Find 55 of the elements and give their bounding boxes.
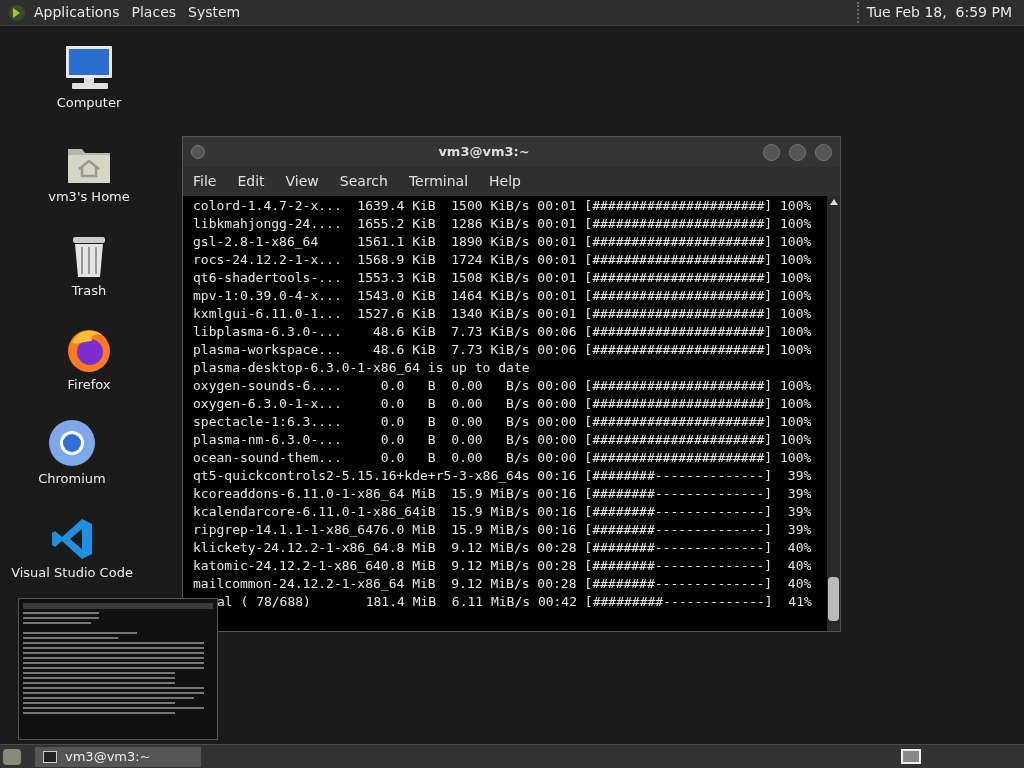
terminal-line: plasma-workspace... 48.6 KiB 7.73 KiB/s 00:06 [######################] 100% <box>193 341 812 359</box>
desktop-icon-label[interactable]: vm3's Home <box>48 186 130 206</box>
code-editor-icon <box>50 516 94 561</box>
minimize-button[interactable] <box>763 143 780 161</box>
desktop-icon-label[interactable]: Chromium <box>38 468 106 488</box>
workspace-switcher[interactable] <box>901 749 921 764</box>
scroll-up-icon[interactable] <box>829 199 838 205</box>
panel-menu[interactable]: System <box>188 2 241 23</box>
terminal-line: al ( 78/688) 181.4 MiB 6.11 MiB/s 00:42 [#########-------------] 41% <box>217 593 812 611</box>
terminal-line: libkmahjongg-24.... 1655.2 KiB 1286 KiB/s 00:01 [######################] 100% <box>193 215 812 233</box>
window-menu-icon[interactable] <box>191 145 205 159</box>
menu-item[interactable]: Edit <box>237 171 265 192</box>
desktop-icon-label[interactable]: Visual Studio Code <box>11 562 133 582</box>
terminal-line: mailcommon-24.12.2-1-x86_64 MiB 9.12 MiB/s 00:28 [########--------------] 40% <box>193 575 812 593</box>
terminal-line: ripgrep-14.1.1-1-x86_6476.0 MiB 15.9 MiB/s 00:16 [########--------------] 39% <box>193 521 812 539</box>
terminal-line: oxygen-sounds-6.... 0.0 B 0.00 B/s 00:00 [######################] 100% <box>193 377 812 395</box>
chromium-icon <box>48 418 96 467</box>
menu-item[interactable]: Terminal <box>408 171 469 192</box>
close-button[interactable] <box>815 143 832 161</box>
computer-monitor-icon <box>64 44 114 91</box>
terminal-icon <box>43 750 57 763</box>
terminal-line: spectacle-1:6.3.... 0.0 B 0.00 B/s 00:00 [######################] 100% <box>193 413 812 431</box>
terminal-line: oxygen-6.3.0-1-x... 0.0 B 0.00 B/s 00:00 [######################] 100% <box>193 395 812 413</box>
terminal-line: katomic-24.12.2-1-x86_640.8 MiB 9.12 MiB/s 00:28 [########--------------] 40% <box>193 557 812 575</box>
menu-item[interactable]: File <box>193 171 217 192</box>
terminal-line: qt5-quickcontrols2-5.15.16+kde+r5-3-x86_64s 00:16 [########--------------] 39% <box>193 467 812 485</box>
terminal-line: kxmlgui-6.11.0-1... 1527.6 KiB 1340 KiB/s 00:01 [######################] 100% <box>193 305 812 323</box>
trash-can-icon <box>71 234 107 279</box>
desktop-icon-label[interactable]: Computer <box>56 92 122 112</box>
terminal-line: kcoreaddons-6.11.0-1-x86_64 MiB 15.9 MiB/s 00:16 [########--------------] 39% <box>193 485 812 503</box>
desktop-icon-label[interactable]: Firefox <box>67 374 111 394</box>
terminal-line: gsl-2.8-1-x86_64 1561.1 KiB 1890 KiB/s 00:01 [######################] 100% <box>193 233 812 251</box>
terminal-line: kcalendarcore-6.11.0-1-x86_64iB 15.9 MiB/s 00:16 [########--------------] 39% <box>193 503 812 521</box>
terminal-line: klickety-24.12.2-1-x86_64.8 MiB 9.12 MiB/s 00:28 [########--------------] 40% <box>193 539 812 557</box>
terminal-line: qt6-shadertools-... 1553.3 KiB 1508 KiB/s 00:01 [######################] 100% <box>193 269 812 287</box>
terminal-line: colord-1.4.7-2-x... 1639.4 KiB 1500 KiB/s 00:01 [######################] 100% <box>193 197 812 215</box>
terminal-line: plasma-nm-6.3.0-... 0.0 B 0.00 B/s 00:00 [######################] 100% <box>193 431 812 449</box>
terminal-line: plasma-desktop-6.3.0-1-x86_64 is up to date <box>193 359 530 377</box>
terminal-line: mpv-1:0.39.0-4-x... 1543.0 KiB 1464 KiB/s 00:01 [######################] 100% <box>193 287 812 305</box>
menu-item[interactable]: View <box>285 171 319 192</box>
taskbar-button[interactable]: vm3@vm3:~ <box>35 746 201 767</box>
menu-item[interactable]: Search <box>339 171 388 192</box>
clock[interactable]: Tue Feb 18, 6:59 PM <box>856 2 1012 23</box>
show-desktop-icon[interactable] <box>3 748 21 765</box>
terminal-line: ocean-sound-them... 0.0 B 0.00 B/s 00:00 [######################] 100% <box>193 449 812 467</box>
window-title: vm3@vm3:~ <box>437 143 531 162</box>
desktop-icon-label[interactable]: Trash <box>71 280 107 300</box>
menu-item[interactable]: Help <box>489 171 521 192</box>
scrollbar-thumb[interactable] <box>828 577 839 621</box>
maximize-button[interactable] <box>789 143 806 161</box>
terminal-line: rocs-24.12.2-1-x... 1568.9 KiB 1724 KiB/s 00:01 [######################] 100% <box>193 251 812 269</box>
terminal-line: libplasma-6.3.0-... 48.6 KiB 7.73 KiB/s 00:06 [######################] 100% <box>193 323 812 341</box>
distro-logo-icon[interactable] <box>8 3 26 22</box>
panel-menu[interactable]: Applications <box>34 2 120 23</box>
panel-menu[interactable]: Places <box>131 2 177 23</box>
